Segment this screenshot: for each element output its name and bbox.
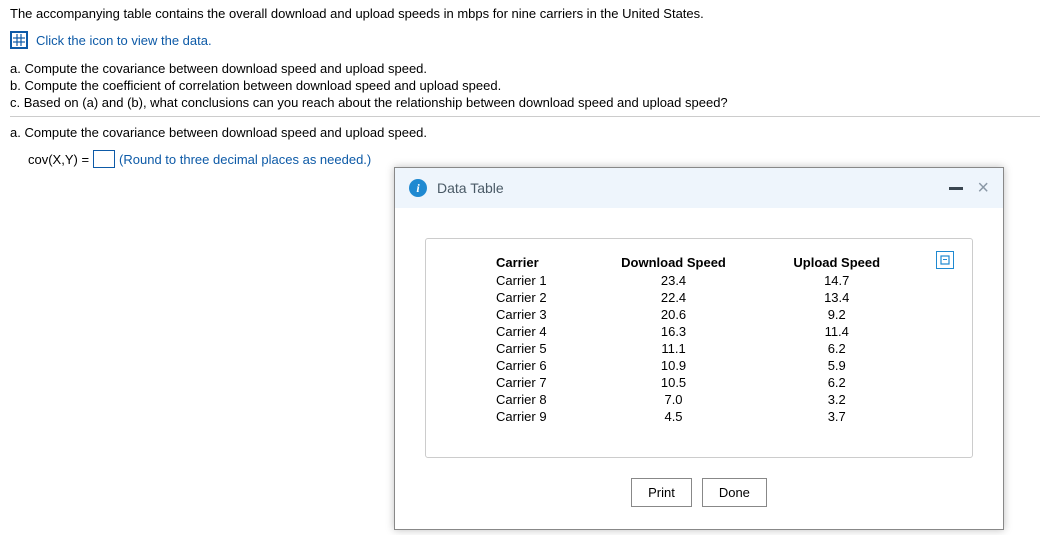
info-icon: i [409,179,427,197]
question-list: a. Compute the covariance between downlo… [10,61,1040,110]
table-cell: 9.2 [761,306,912,323]
table-cell: 6.2 [761,374,912,391]
table-cell: 11.4 [761,323,912,340]
table-cell: 10.5 [586,374,762,391]
table-header-row: Carrier Download Speed Upload Speed [486,253,912,272]
table-cell: 23.4 [586,272,762,289]
cov-hint: (Round to three decimal places as needed… [119,152,371,167]
table-row: Carrier 87.03.2 [486,391,912,408]
table-cell: 13.4 [761,289,912,306]
copy-icon[interactable] [936,251,954,269]
table-row: Carrier 416.311.4 [486,323,912,340]
table-cell: Carrier 6 [486,357,586,374]
data-table: Carrier Download Speed Upload Speed Carr… [486,253,912,425]
view-data-row: Click the icon to view the data. [10,31,1040,49]
table-cell: 20.6 [586,306,762,323]
table-row: Carrier 123.414.7 [486,272,912,289]
table-cell: 14.7 [761,272,912,289]
modal-title: Data Table [437,180,504,196]
table-cell: Carrier 7 [486,374,586,391]
col-carrier: Carrier [486,253,586,272]
table-cell: 7.0 [586,391,762,408]
table-cell: Carrier 8 [486,391,586,408]
table-wrap: Carrier Download Speed Upload Speed Carr… [425,238,973,458]
intro-text: The accompanying table contains the over… [10,6,1040,21]
table-cell: Carrier 3 [486,306,586,323]
table-row: Carrier 610.95.9 [486,357,912,374]
table-row: Carrier 511.16.2 [486,340,912,357]
view-data-link[interactable]: Click the icon to view the data. [36,33,212,48]
table-cell: Carrier 2 [486,289,586,306]
print-button[interactable]: Print [631,478,692,507]
table-row: Carrier 710.56.2 [486,374,912,391]
question-a: a. Compute the covariance between downlo… [10,61,1040,76]
table-row: Carrier 222.413.4 [486,289,912,306]
table-cell: 3.7 [761,408,912,425]
col-download: Download Speed [586,253,762,272]
table-cell: Carrier 1 [486,272,586,289]
table-cell: 11.1 [586,340,762,357]
table-cell: 4.5 [586,408,762,425]
question-c: c. Based on (a) and (b), what conclusion… [10,95,1040,110]
table-cell: Carrier 9 [486,408,586,425]
modal-footer: Print Done [395,478,1003,529]
table-cell: 3.2 [761,391,912,408]
table-cell: 16.3 [586,323,762,340]
cov-label: cov(X,Y) = [28,152,89,167]
cov-input[interactable] [93,150,115,168]
data-table-modal: i Data Table × Carrier Download Speed Up… [394,167,1004,530]
table-icon[interactable] [10,31,28,49]
col-upload: Upload Speed [761,253,912,272]
modal-header: i Data Table × [395,168,1003,208]
minimize-icon[interactable] [949,187,963,190]
question-b: b. Compute the coefficient of correlatio… [10,78,1040,93]
close-icon[interactable]: × [977,178,989,198]
table-cell: 6.2 [761,340,912,357]
table-row: Carrier 94.53.7 [486,408,912,425]
done-button[interactable]: Done [702,478,767,507]
table-cell: 5.9 [761,357,912,374]
answer-row: cov(X,Y) = (Round to three decimal place… [28,150,1040,168]
table-cell: 22.4 [586,289,762,306]
table-cell: 10.9 [586,357,762,374]
modal-body: Carrier Download Speed Upload Speed Carr… [395,208,1003,478]
sub-question-a: a. Compute the covariance between downlo… [10,125,1040,140]
table-row: Carrier 320.69.2 [486,306,912,323]
divider [10,116,1040,117]
table-cell: Carrier 5 [486,340,586,357]
table-cell: Carrier 4 [486,323,586,340]
